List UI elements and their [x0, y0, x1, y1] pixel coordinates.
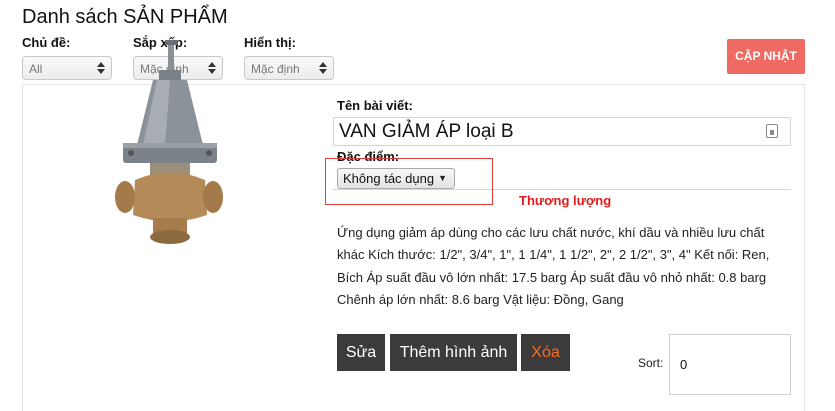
post-title-input[interactable]: VAN GIẢM ÁP loại B	[333, 117, 791, 146]
post-title-label: Tên bài viết:	[337, 98, 413, 113]
sort-input[interactable]: 0	[669, 334, 791, 395]
display-filter-value: Mặc định	[251, 62, 300, 76]
clipboard-icon[interactable]	[766, 124, 778, 138]
topic-filter-label: Chủ đề:	[22, 35, 71, 50]
sort-label: Sort:	[638, 356, 664, 370]
price-text: Thương lượng	[519, 193, 612, 208]
product-description: Ứng dụng giảm áp dùng cho các lưu chất n…	[337, 225, 770, 307]
product-image	[115, 40, 223, 244]
edit-button[interactable]: Sửa	[337, 334, 385, 371]
topic-filter-value: All	[29, 62, 43, 76]
display-filter-label: Hiển thị:	[244, 35, 296, 50]
add-image-button[interactable]: Thêm hình ảnh	[390, 334, 517, 371]
update-button[interactable]: CẬP NHẬT	[727, 39, 805, 74]
display-filter-select[interactable]: Mặc định	[244, 56, 334, 80]
select-arrows-icon	[319, 60, 327, 76]
delete-button[interactable]: Xóa	[521, 334, 570, 371]
highlight-box	[325, 158, 493, 205]
page-title: Danh sách SẢN PHẨM	[22, 6, 228, 28]
